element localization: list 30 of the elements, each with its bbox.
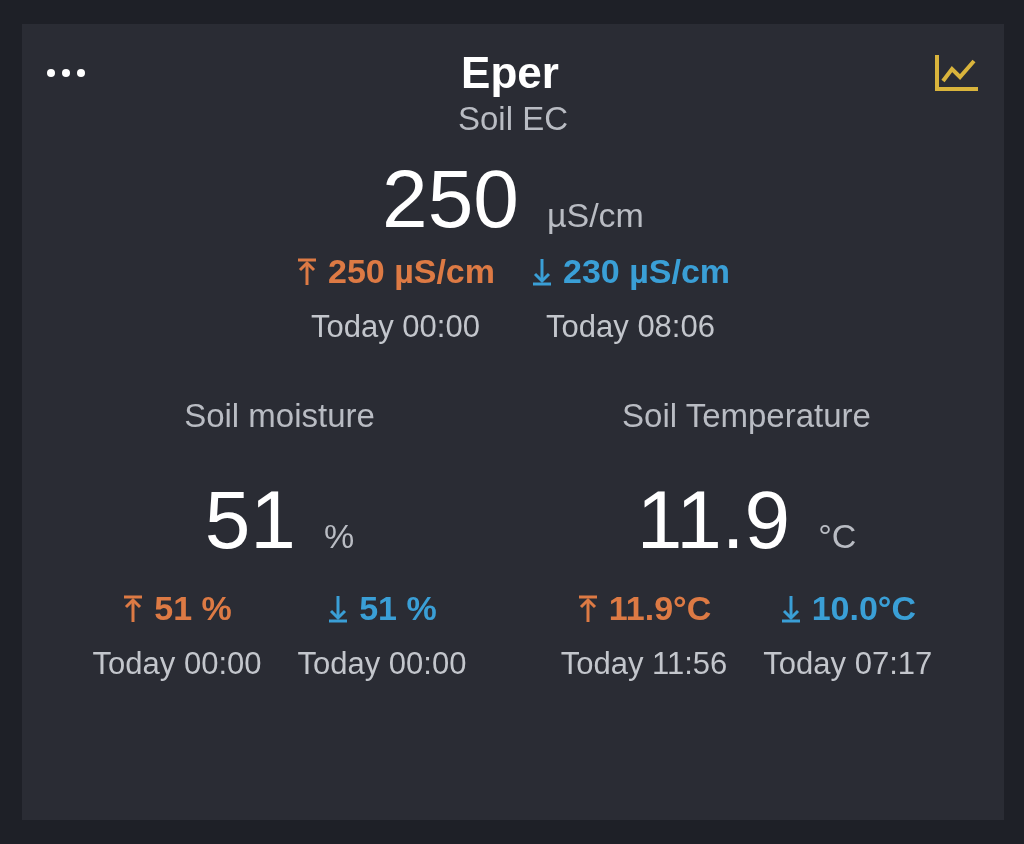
reading-time: Today 11:56 [560, 646, 728, 682]
unit-label: % [324, 517, 355, 556]
min-arrow-icon [531, 256, 553, 287]
sensor-value: 51 [204, 479, 296, 561]
max-arrow-icon [122, 593, 145, 624]
max-reading: 11.9°C [608, 589, 712, 628]
chart-icon[interactable] [934, 53, 980, 93]
reading-time: Today 00:00 [297, 646, 467, 682]
sensor-label: Soil EC [457, 100, 568, 138]
sensor-label: Soil moisture [184, 397, 375, 435]
min-arrow-icon [327, 593, 350, 624]
sensor-label: Soil Temperature [622, 397, 871, 435]
max-arrow-icon [576, 593, 599, 624]
reading-time: Today 00:00 [92, 646, 262, 682]
unit-label: µS/cm [546, 196, 644, 235]
reading-time: Today 08:06 [546, 309, 715, 345]
sensor-value: 250 [382, 158, 519, 240]
reading-time: Today 00:00 [311, 309, 480, 345]
card-title: Eper [461, 48, 559, 98]
min-reading: 51 % [359, 589, 437, 628]
more-icon[interactable] [46, 68, 86, 78]
min-arrow-icon [779, 593, 802, 624]
min-reading: 10.0°C [811, 589, 916, 628]
unit-label: °C [818, 517, 857, 556]
max-arrow-icon [295, 256, 318, 287]
reading-time: Today 07:17 [763, 646, 933, 682]
max-reading: 250 µS/cm [327, 252, 495, 291]
sensor-value: 11.9 [636, 479, 791, 561]
min-reading: 230 µS/cm [563, 252, 731, 291]
max-reading: 51 % [154, 589, 232, 628]
